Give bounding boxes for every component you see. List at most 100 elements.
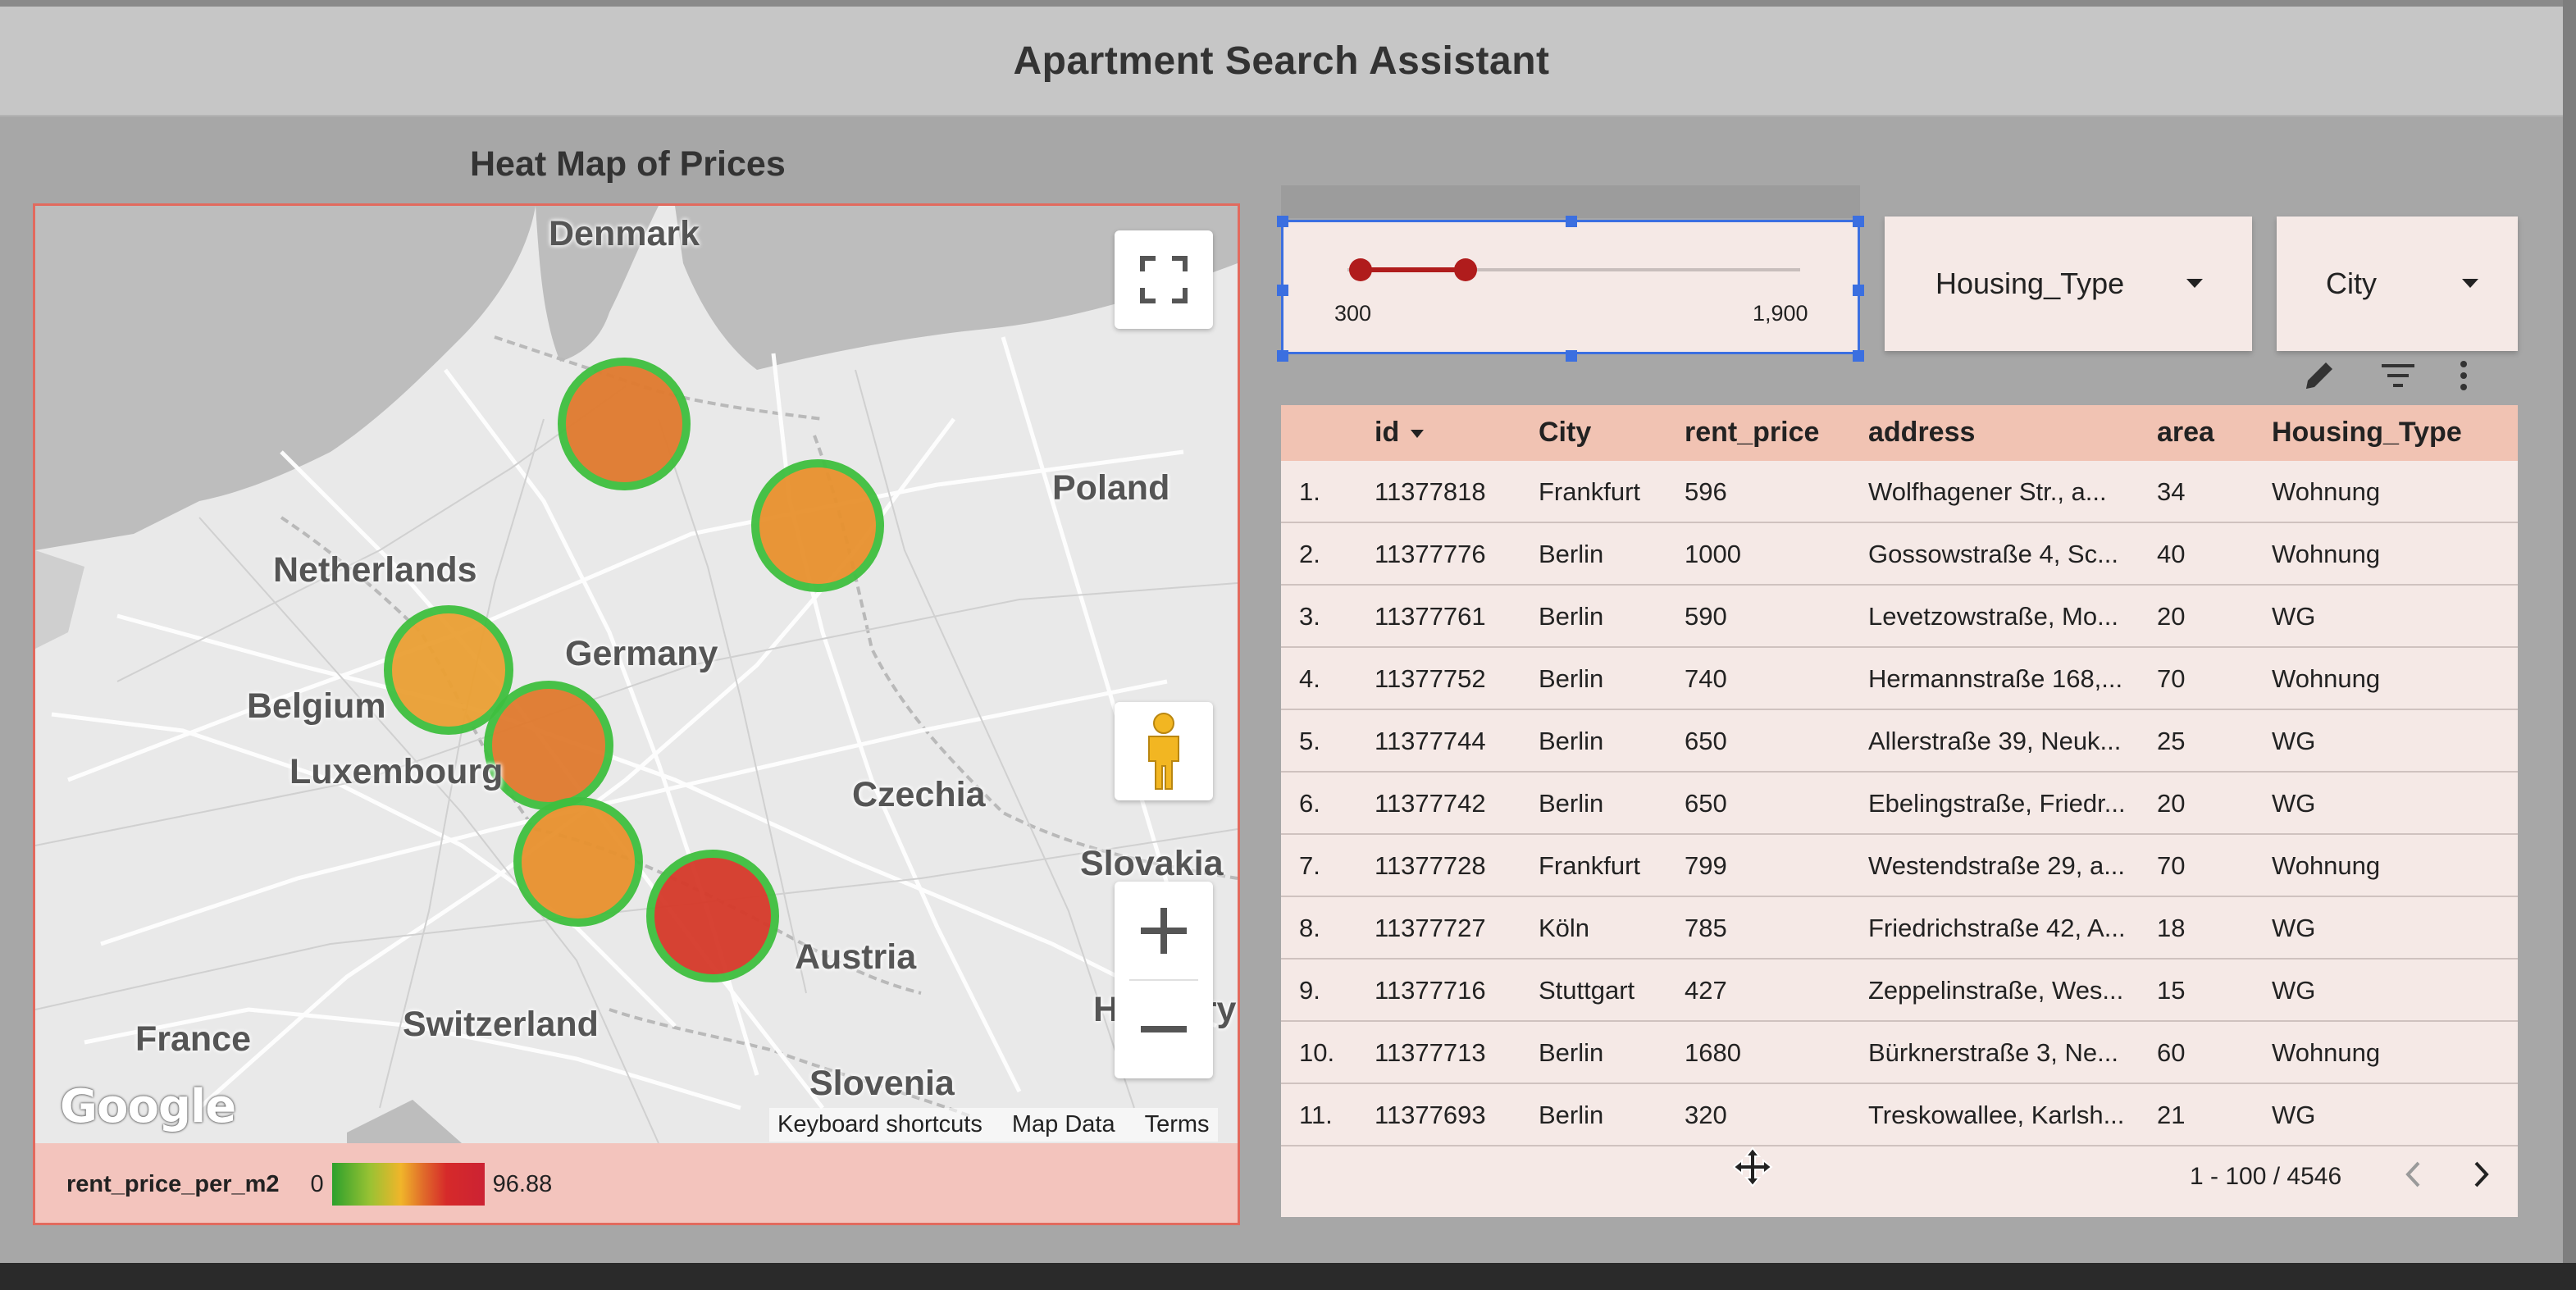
slider-min-knob[interactable] [1349,258,1372,281]
row-number: 1. [1299,477,1320,506]
rent-price-slider[interactable]: 300 1,900 [1277,216,1864,362]
row-number: 11. [1299,1101,1333,1129]
selection-handle[interactable] [1566,216,1577,227]
column-header-city[interactable]: City [1539,417,1591,449]
column-header-area[interactable]: area [2157,417,2214,449]
hotspot-stuttgart [513,797,643,927]
cell-id: 11377728 [1375,851,1486,880]
cell-city: Frankfurt [1539,851,1641,880]
fullscreen-icon [1140,256,1188,303]
table-row[interactable]: 11. 11377693 Berlin 320 Treskowallee, Ka… [1281,1084,2518,1146]
cell-id: 11377776 [1375,540,1486,568]
filter-icon [2382,364,2414,387]
row-number: 9. [1299,976,1320,1005]
table-row[interactable]: 7. 11377728 Frankfurt 799 Westendstraße … [1281,835,2518,897]
cell-id: 11377761 [1375,602,1486,631]
minus-icon [1141,1026,1187,1032]
terms-link[interactable]: Terms [1145,1111,1210,1138]
cell-id: 11377752 [1375,664,1486,693]
selection-handle[interactable] [1277,216,1288,227]
column-header-housing-type[interactable]: Housing_Type [2272,417,2462,449]
cell-id: 11377818 [1375,477,1486,506]
selection-handle[interactable] [1853,216,1864,227]
bottom-edge [0,1263,2576,1290]
column-header-address[interactable]: address [1868,417,1975,449]
table-row[interactable]: 6. 11377742 Berlin 650 Ebelingstraße, Fr… [1281,773,2518,835]
slider-max-label: 1,900 [1753,301,1808,326]
label-germany: Germany [565,634,718,673]
column-header-rent-price[interactable]: rent_price [1685,417,1819,449]
housing-type-dropdown[interactable]: Housing_Type [1885,217,2252,351]
heat-map[interactable]: Denmark Poland Netherlands Germany Belgi… [33,203,1240,1225]
map-attribution: Keyboard shortcuts Map Data Terms [769,1108,1218,1142]
table-row[interactable]: 3. 11377761 Berlin 590 Levetzowstraße, M… [1281,586,2518,648]
map-heading: Heat Map of Prices [470,144,786,184]
cell-id: 11377744 [1375,727,1486,755]
next-page-button[interactable] [2465,1158,2498,1191]
table-row[interactable]: 9. 11377716 Stuttgart 427 Zeppelinstraße… [1281,960,2518,1022]
map-data-link[interactable]: Map Data [1012,1111,1115,1138]
cell-id: 11377727 [1375,914,1486,942]
selection-handle[interactable] [1277,350,1288,362]
column-header-id[interactable]: id [1375,417,1425,449]
selection-handle[interactable] [1566,350,1577,362]
label-austria: Austria [795,937,917,977]
map-basemap[interactable] [35,206,1238,1143]
cell-area: 15 [2157,976,2186,1005]
row-number: 4. [1299,664,1320,693]
table-row[interactable]: 4. 11377752 Berlin 740 Hermannstraße 168… [1281,648,2518,710]
hotspot-hamburg [558,358,691,490]
slider-header-shade [1281,185,1860,218]
pagination-status: 1 - 100 / 4546 [2190,1163,2342,1190]
city-dropdown[interactable]: City [2277,217,2518,351]
zoom-out-button[interactable] [1115,980,1213,1078]
cell-id: 11377742 [1375,789,1486,818]
housing-type-label: Housing_Type [1935,267,2125,300]
cell-city: Berlin [1539,727,1604,755]
cell-address: Wolfhagener Str., a... [1868,477,2107,506]
cell-address: Westendstraße 29, a... [1868,851,2126,880]
cell-housing-type: WG [2272,1101,2316,1129]
cell-area: 34 [2157,477,2186,506]
filter-button[interactable] [2378,356,2418,395]
cell-housing-type: Wohnung [2272,851,2381,880]
cell-city: Berlin [1539,1101,1604,1129]
caret-down-icon [2462,279,2478,288]
row-number: 3. [1299,602,1320,631]
table-row[interactable]: 5. 11377744 Berlin 650 Allerstraße 39, N… [1281,710,2518,773]
label-belgium: Belgium [247,686,386,726]
label-denmark: Denmark [549,214,700,253]
fullscreen-button[interactable] [1115,230,1213,329]
zoom-in-button[interactable] [1115,882,1213,980]
table-row[interactable]: 2. 11377776 Berlin 1000 Gossowstraße 4, … [1281,523,2518,586]
more-options-button[interactable] [2444,356,2483,395]
legend-min: 0 [310,1170,324,1197]
selection-handle[interactable] [1277,285,1288,296]
edit-button[interactable] [2300,356,2339,395]
street-view-button[interactable] [1115,702,1213,800]
selection-handle[interactable] [1853,350,1864,362]
row-number: 7. [1299,851,1320,880]
cell-city: Berlin [1539,540,1604,568]
cell-city: Berlin [1539,602,1604,631]
move-cursor-icon [1732,1146,1773,1187]
cell-area: 20 [2157,789,2186,818]
cell-area: 40 [2157,540,2186,568]
table-row[interactable]: 8. 11377727 Köln 785 Friedrichstraße 42,… [1281,897,2518,960]
row-number: 10. [1299,1038,1335,1067]
cell-housing-type: WG [2272,789,2316,818]
selection-handle[interactable] [1853,285,1864,296]
google-logo: Google [60,1080,236,1133]
slider-max-knob[interactable] [1454,258,1477,281]
table-row[interactable]: 1. 11377818 Frankfurt 596 Wolfhagener St… [1281,461,2518,523]
keyboard-shortcuts-link[interactable]: Keyboard shortcuts [777,1111,983,1138]
cell-city: Berlin [1539,1038,1604,1067]
previous-page-button[interactable] [2396,1158,2429,1191]
cell-area: 20 [2157,602,2186,631]
table-row[interactable]: 10. 11377713 Berlin 1680 Bürknerstraße 3… [1281,1022,2518,1084]
label-poland: Poland [1052,468,1170,508]
right-edge-shadow [2563,0,2576,1290]
row-number: 2. [1299,540,1320,568]
hotspot-frankfurt [484,681,613,810]
cell-address: Friedrichstraße 42, A... [1868,914,2126,942]
